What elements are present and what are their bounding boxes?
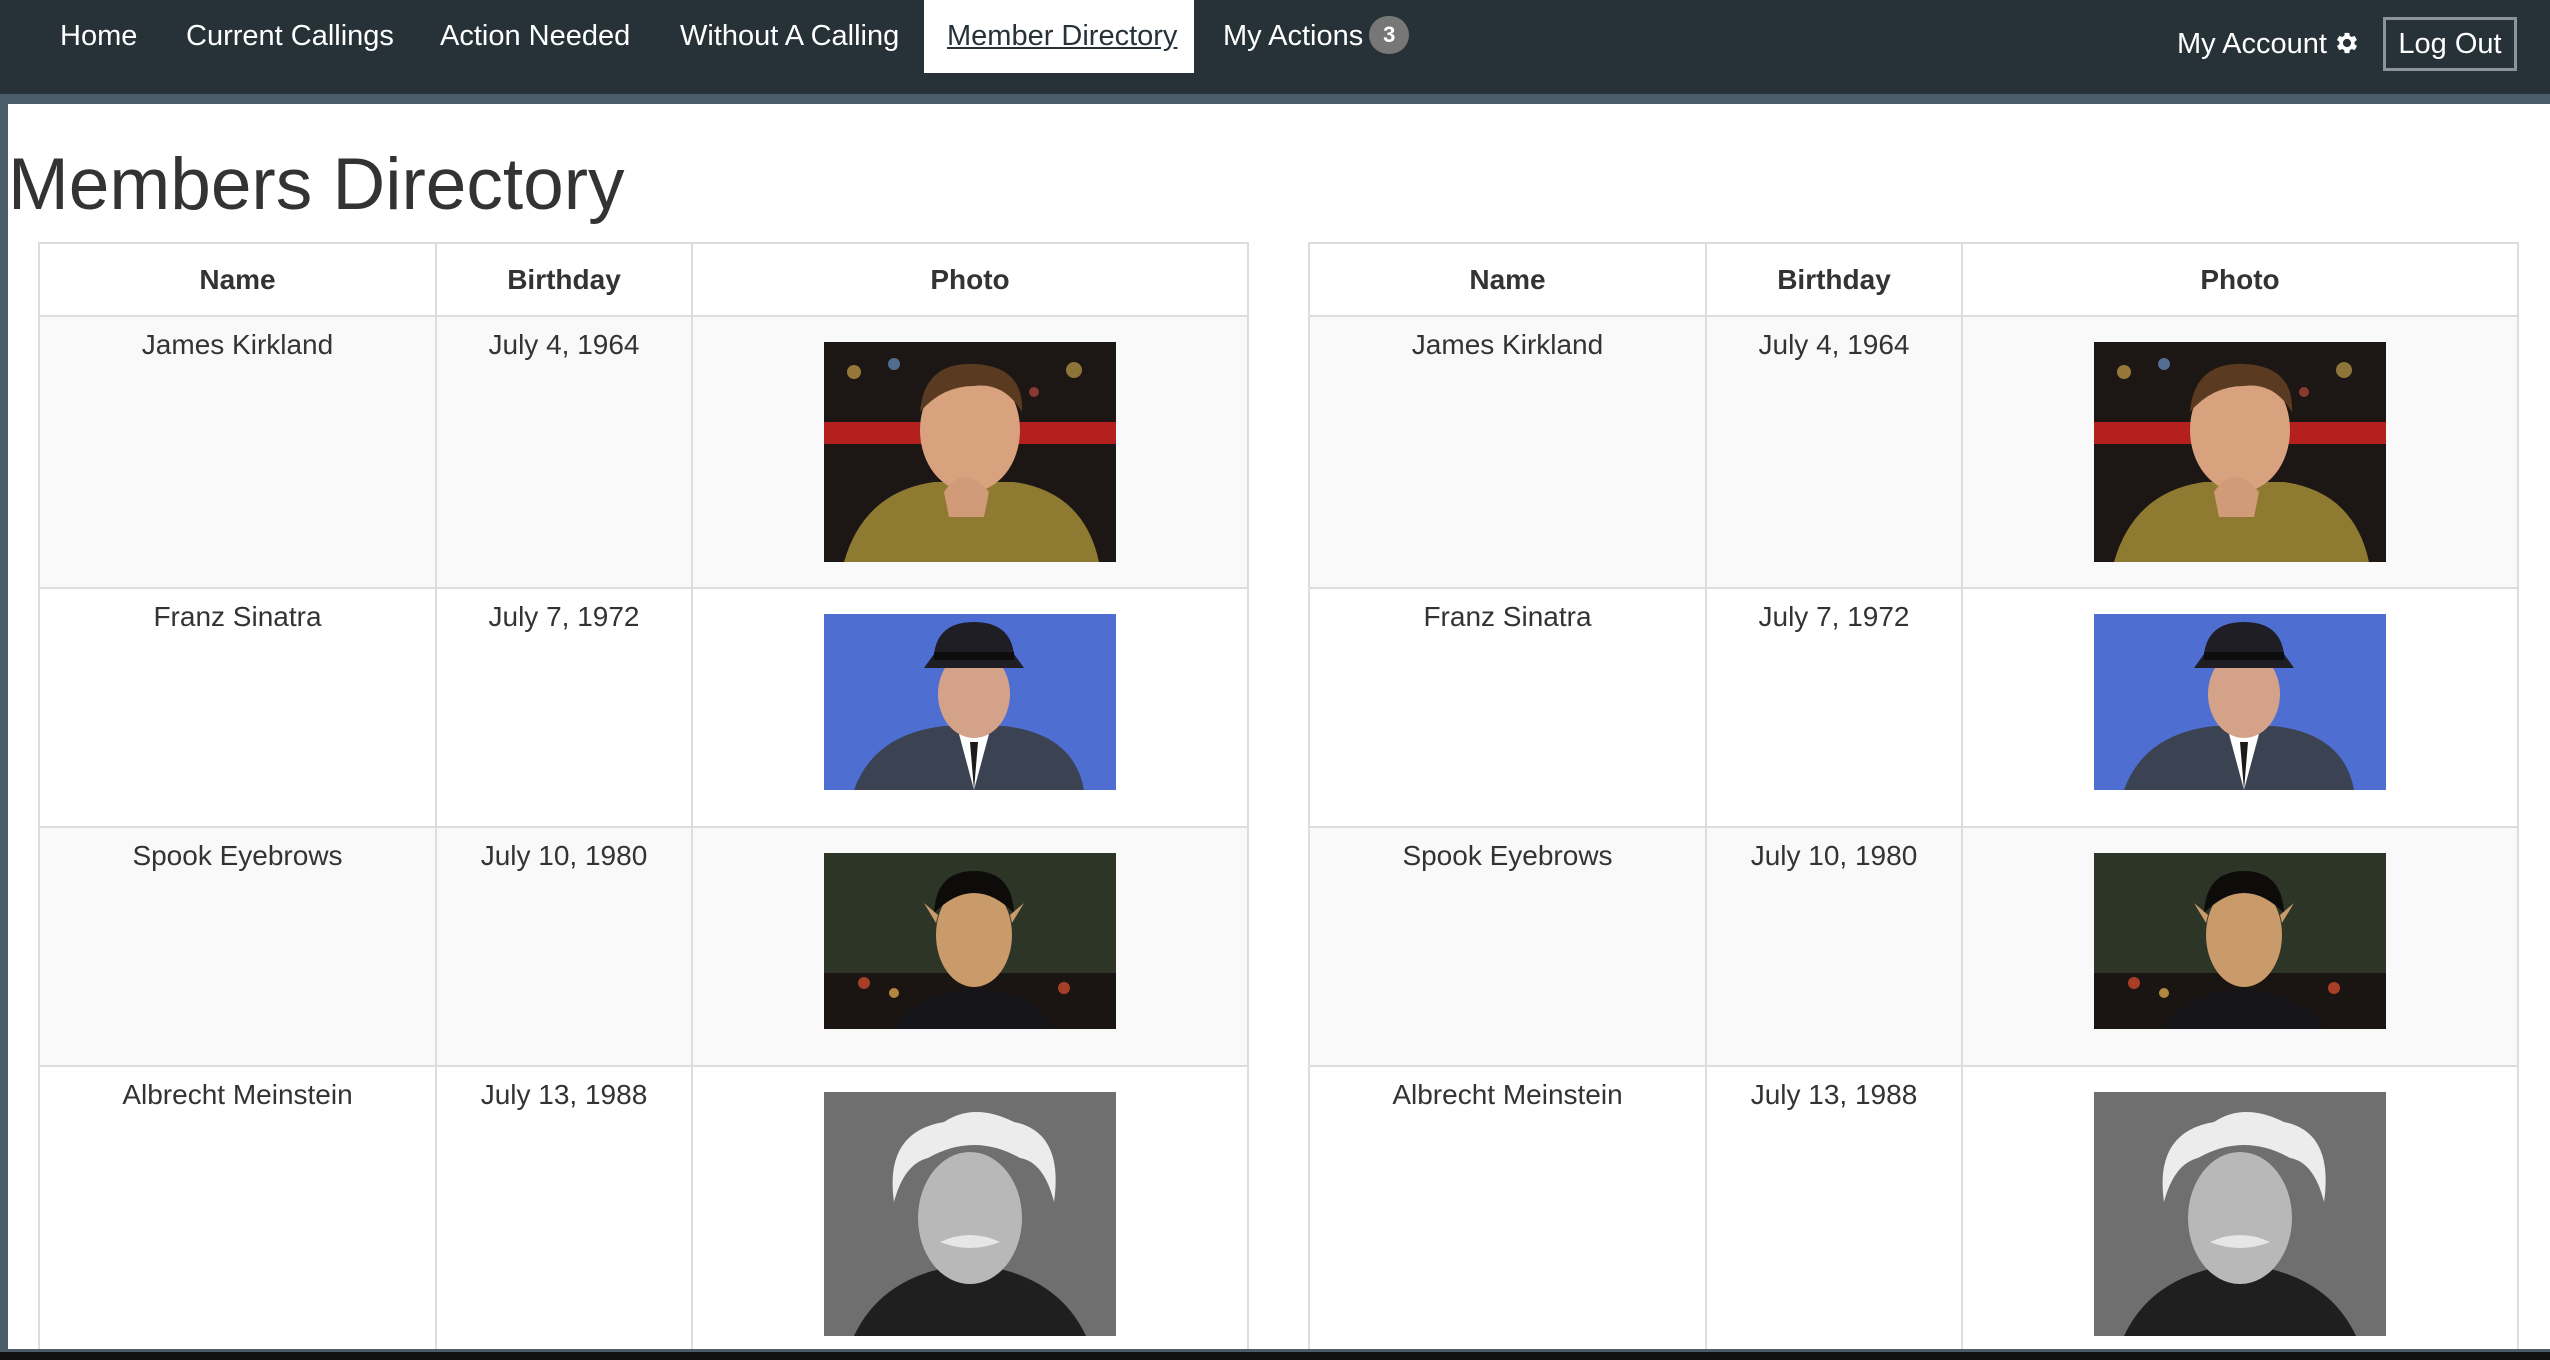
- my-account-link[interactable]: My Account: [2177, 0, 2361, 88]
- member-photo: [824, 614, 1116, 790]
- nav-action-needed[interactable]: Action Needed: [440, 0, 630, 73]
- column-header-photo: Photo: [691, 242, 1249, 317]
- nav-current-callings[interactable]: Current Callings: [186, 0, 394, 73]
- member-photo-cell: [1961, 826, 2519, 1067]
- member-birthday: July 10, 1980: [1705, 826, 1963, 1067]
- member-birthday: July 13, 1988: [1705, 1065, 1963, 1349]
- table-row: James Kirkland July 4, 1964: [38, 315, 1249, 589]
- member-birthday: July 4, 1964: [1705, 315, 1963, 589]
- member-birthday: July 7, 1972: [435, 587, 693, 828]
- member-photo: [824, 853, 1116, 1029]
- member-photo-cell: [691, 587, 1249, 828]
- table-row: Spook Eyebrows July 10, 1980: [38, 826, 1249, 1067]
- member-name: James Kirkland: [1308, 315, 1707, 589]
- member-photo-cell: [1961, 315, 2519, 589]
- member-photo: [824, 342, 1116, 562]
- member-photo-cell: [691, 315, 1249, 589]
- member-birthday: July 4, 1964: [435, 315, 693, 589]
- member-photo-cell: [1961, 587, 2519, 828]
- table-row: Spook Eyebrows July 10, 1980: [1308, 826, 2519, 1067]
- table-header-row: Name Birthday Photo: [38, 242, 1249, 317]
- member-birthday: July 10, 1980: [435, 826, 693, 1067]
- member-photo: [2094, 1092, 2386, 1336]
- member-photo-cell: [1961, 1065, 2519, 1349]
- nav-my-actions-label: My Actions: [1223, 20, 1364, 52]
- table-row: Albrecht Meinstein July 13, 1988: [1308, 1065, 2519, 1349]
- member-photo-cell: [691, 1065, 1249, 1349]
- window-bottom-edge: [0, 1352, 2550, 1360]
- nav-home[interactable]: Home: [60, 0, 137, 73]
- table-row: Albrecht Meinstein July 13, 1988: [38, 1065, 1249, 1349]
- column-header-birthday[interactable]: Birthday: [435, 242, 693, 317]
- member-birthday: July 7, 1972: [1705, 587, 1963, 828]
- nav-my-actions[interactable]: My Actions 3: [1223, 0, 1410, 73]
- table-row: Franz Sinatra July 7, 1972: [38, 587, 1249, 828]
- member-name: James Kirkland: [38, 315, 437, 589]
- log-out-button[interactable]: Log Out: [2383, 17, 2517, 71]
- column-header-birthday[interactable]: Birthday: [1705, 242, 1963, 317]
- table-header-row: Name Birthday Photo: [1308, 242, 2519, 317]
- member-name: Spook Eyebrows: [1308, 826, 1707, 1067]
- member-name: Franz Sinatra: [38, 587, 437, 828]
- nav-member-directory[interactable]: Member Directory: [924, 0, 1194, 73]
- member-name: Franz Sinatra: [1308, 587, 1707, 828]
- member-name: Albrecht Meinstein: [1308, 1065, 1707, 1349]
- main-content: Members Directory Name Birthday Photo Ja…: [8, 104, 2550, 1349]
- page-title: Members Directory: [8, 144, 625, 225]
- column-header-name[interactable]: Name: [1308, 242, 1707, 317]
- my-account-label: My Account: [2177, 28, 2327, 60]
- member-photo: [824, 1092, 1116, 1336]
- member-name: Spook Eyebrows: [38, 826, 437, 1067]
- gear-icon: [2336, 32, 2357, 54]
- member-name: Albrecht Meinstein: [38, 1065, 437, 1349]
- table-row: James Kirkland July 4, 1964: [1308, 315, 2519, 589]
- member-photo: [2094, 614, 2386, 790]
- nav-without-a-calling[interactable]: Without A Calling: [680, 0, 899, 73]
- column-header-name[interactable]: Name: [38, 242, 437, 317]
- member-photo: [2094, 342, 2386, 562]
- top-navbar: Home Current Callings Action Needed With…: [0, 0, 2550, 94]
- members-table-left: Name Birthday Photo James Kirkland July …: [38, 242, 1249, 1349]
- member-photo: [2094, 853, 2386, 1029]
- member-photo-cell: [691, 826, 1249, 1067]
- member-birthday: July 13, 1988: [435, 1065, 693, 1349]
- my-actions-count-badge: 3: [1369, 16, 1410, 54]
- members-table-right: Name Birthday Photo James Kirkland July …: [1308, 242, 2519, 1349]
- table-row: Franz Sinatra July 7, 1972: [1308, 587, 2519, 828]
- column-header-photo: Photo: [1961, 242, 2519, 317]
